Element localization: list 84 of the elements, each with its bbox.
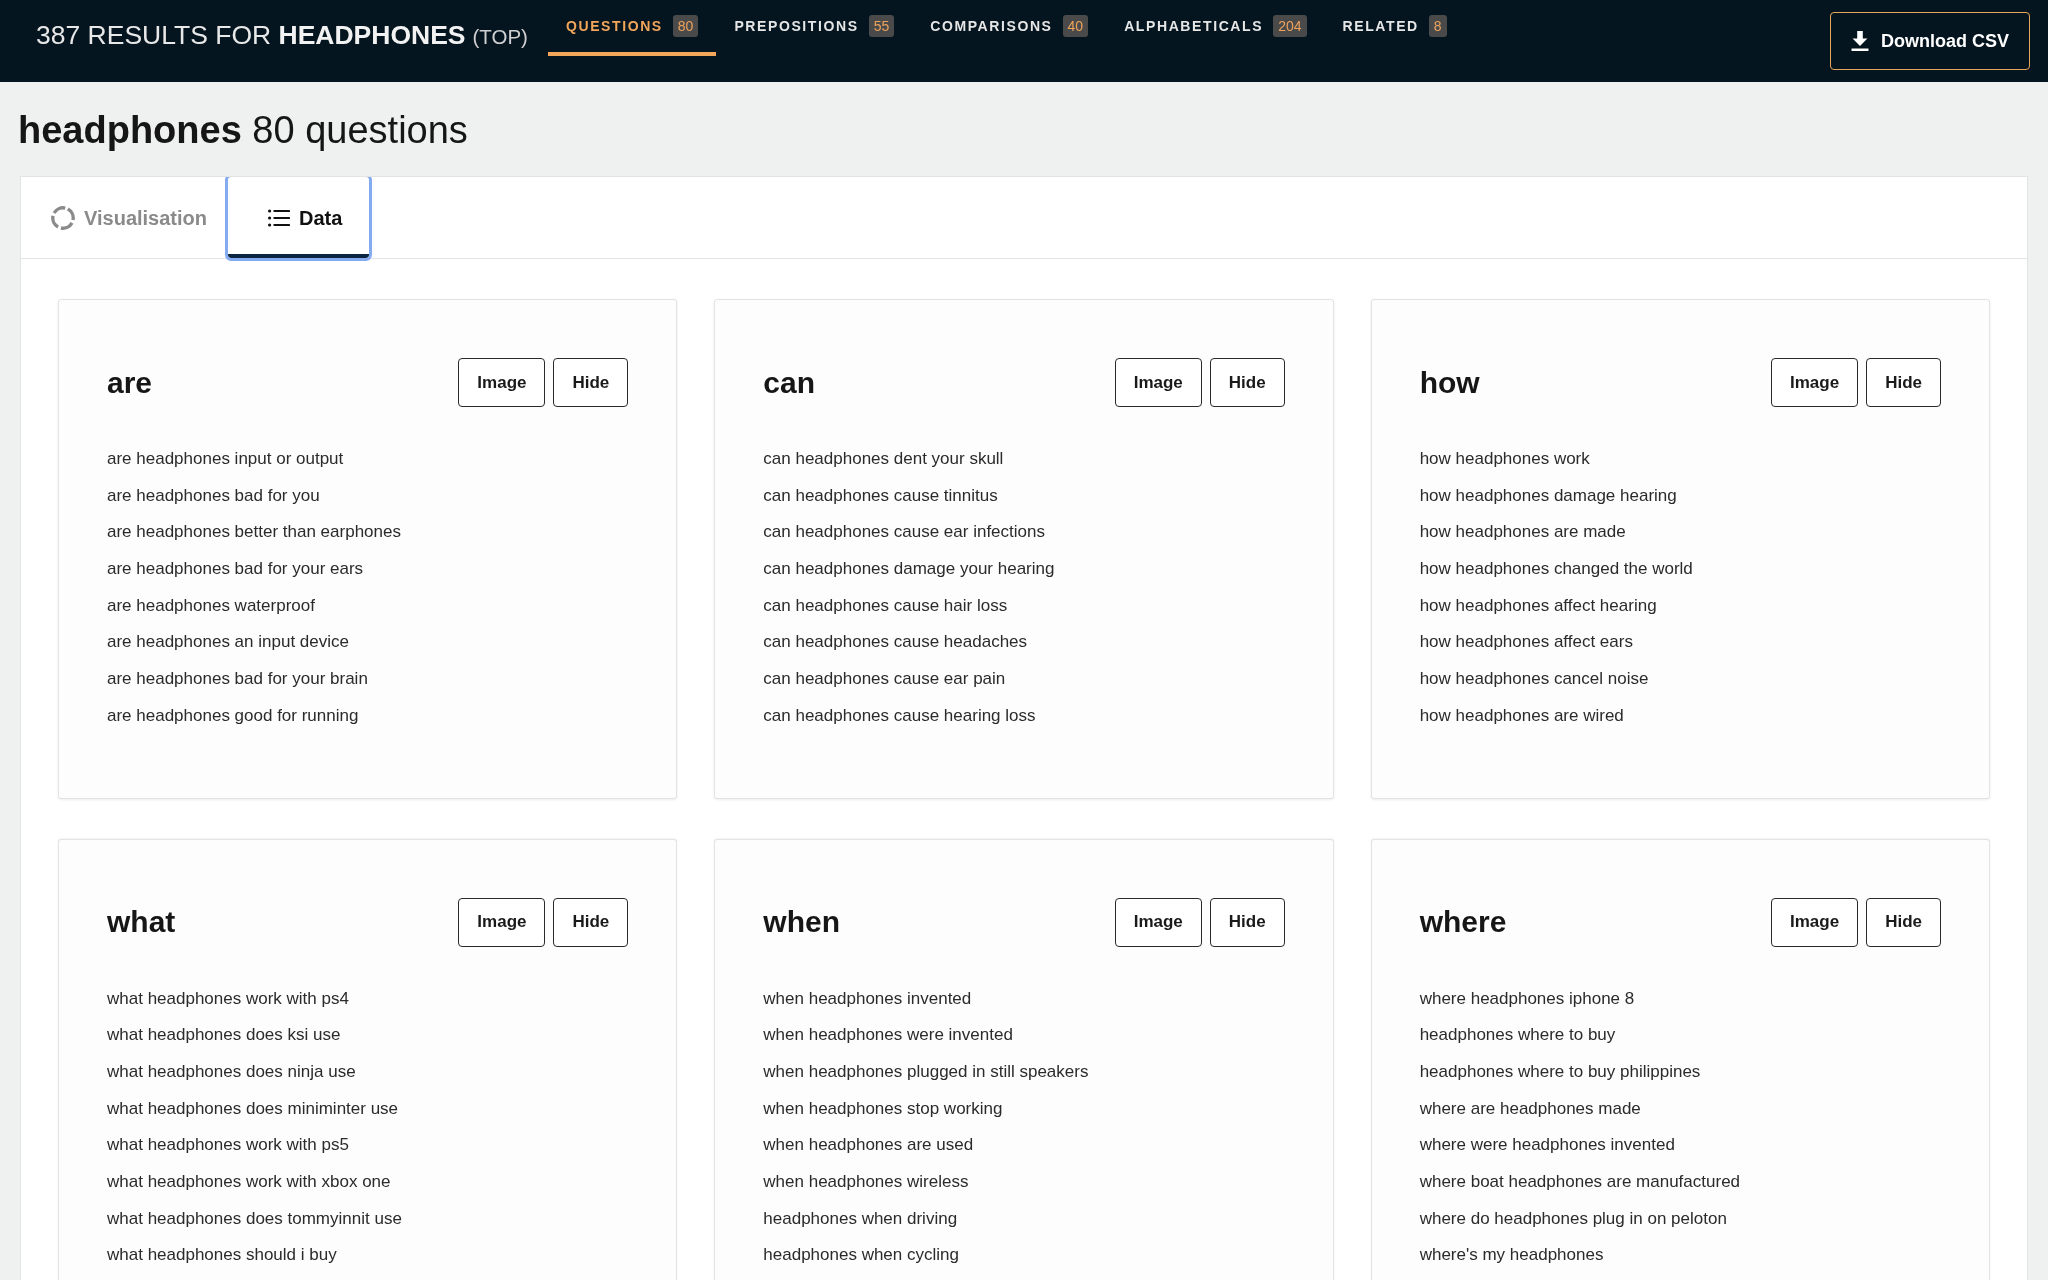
question-link[interactable]: how headphones are wired [1419,705,1624,725]
question-link[interactable]: what headphones does ksi use [107,1025,341,1045]
hide-button[interactable]: Hide [1209,358,1285,407]
sort-mode-label: (TOP) [472,24,528,50]
question-link[interactable]: headphones when cycling [763,1245,959,1265]
question-link[interactable]: are headphones an input device [107,632,349,652]
question-link[interactable]: what headphones work with ps5 [107,1135,349,1155]
question-link[interactable]: where were headphones invented [1419,1135,1675,1155]
category-tab[interactable]: RELATED 8 [1324,0,1465,56]
question-link[interactable]: what headphones work with ps4 [107,988,349,1008]
image-button[interactable]: Image [458,358,546,407]
question-link[interactable]: can headphones cause hair loss [763,595,1008,615]
question-link[interactable]: how headphones cancel noise [1419,669,1649,689]
question-link[interactable]: are headphones waterproof [107,595,315,615]
count-badge: 80 [672,15,699,37]
view-tab[interactable]: Data [228,177,370,258]
question-link[interactable]: headphones when driving [763,1208,958,1228]
image-button[interactable]: Image [1771,358,1859,407]
question-link[interactable]: what headphones work with xbox one [107,1171,391,1191]
question-link[interactable]: are headphones good for running [107,705,359,725]
category-tab[interactable]: COMPARISONS 40 [912,0,1107,56]
question-link[interactable]: can headphones cause hearing loss [763,705,1036,725]
question-link[interactable]: when headphones are used [763,1135,974,1155]
question-link[interactable]: when headphones invented [763,988,972,1008]
question-link[interactable]: what headphones does miniminter use [107,1098,399,1118]
image-button[interactable]: Image [1114,897,1202,947]
download-icon [1851,31,1869,51]
question-link[interactable]: are headphones better than earphones [107,522,401,542]
question-link[interactable]: what headphones should i buy [107,1245,337,1265]
question-link[interactable]: headphones where to buy [1419,1025,1616,1045]
question-link[interactable]: are headphones input or output [107,449,344,468]
question-link[interactable]: are headphones bad for your brain [107,669,368,689]
question-link[interactable]: how headphones affect hearing [1419,595,1657,615]
question-link[interactable]: when headphones stop working [763,1098,1003,1118]
question-link[interactable]: how headphones affect ears [1419,632,1633,652]
image-button[interactable]: Image [1771,897,1859,947]
question-link[interactable]: can headphones damage your hearing [763,559,1055,579]
category-tab[interactable]: QUESTIONS 80 [547,0,717,56]
group-title: when [763,904,840,940]
count-badge: 55 [868,15,895,37]
question-link[interactable]: how headphones changed the world [1419,559,1693,579]
page-heading: headphones 80 questions [18,108,469,153]
group-title: what [107,904,176,940]
group-title: are [107,364,153,401]
question-link[interactable]: can headphones dent your skull [763,449,1004,468]
hide-button[interactable]: Hide [553,358,629,407]
category-tab[interactable]: ALPHABETICALS 204 [1106,0,1325,56]
question-link[interactable]: can headphones cause ear pain [763,669,1006,689]
question-link[interactable]: where's my headphones [1419,1245,1604,1265]
question-link[interactable]: can headphones cause headaches [763,632,1028,652]
question-link[interactable]: are headphones bad for you [107,485,320,505]
download-csv-button[interactable]: Download CSV [1830,12,2030,70]
group-title: can [763,364,816,401]
question-link[interactable]: headphones where to buy philippines [1419,1061,1701,1081]
category-tab[interactable]: PREPOSITIONS 55 [716,0,913,56]
question-link[interactable]: are headphones bad for your ears [107,559,364,579]
question-link[interactable]: where do headphones plug in on peloton [1419,1208,1727,1228]
list-icon [268,208,290,227]
question-link[interactable]: can headphones cause ear infections [763,522,1045,542]
question-link[interactable]: how headphones damage hearing [1419,485,1677,505]
hide-button[interactable]: Hide [1209,897,1285,947]
question-link[interactable]: when headphones were invented [763,1025,1013,1045]
count-badge: 8 [1428,15,1447,37]
hide-button[interactable]: Hide [1866,358,1941,407]
question-link[interactable]: when headphones plugged in still speakers [763,1061,1089,1081]
ring-icon [51,205,75,230]
group-title: where [1419,904,1507,940]
question-link[interactable]: can headphones cause tinnitus [763,485,998,505]
image-button[interactable]: Image [1114,358,1202,407]
question-link[interactable]: how headphones are made [1419,522,1626,542]
question-link[interactable]: where headphones iphone 8 [1419,988,1635,1008]
question-link[interactable]: what headphones does tommyinnit use [107,1208,402,1228]
group-title: how [1419,364,1480,401]
count-badge: 40 [1062,15,1089,37]
question-link[interactable]: what headphones does ninja use [107,1061,356,1081]
question-link[interactable]: where boat headphones are manufactured [1419,1171,1741,1191]
question-link[interactable]: where are headphones made [1419,1098,1641,1118]
hide-button[interactable]: Hide [553,897,629,947]
question-link[interactable]: how headphones work [1419,449,1590,468]
count-badge: 204 [1273,15,1307,37]
question-link[interactable]: when headphones wireless [763,1171,969,1191]
results-title: 387 RESULTS FOR HEADPHONES [36,19,466,51]
image-button[interactable]: Image [458,897,546,947]
hide-button[interactable]: Hide [1866,897,1941,947]
